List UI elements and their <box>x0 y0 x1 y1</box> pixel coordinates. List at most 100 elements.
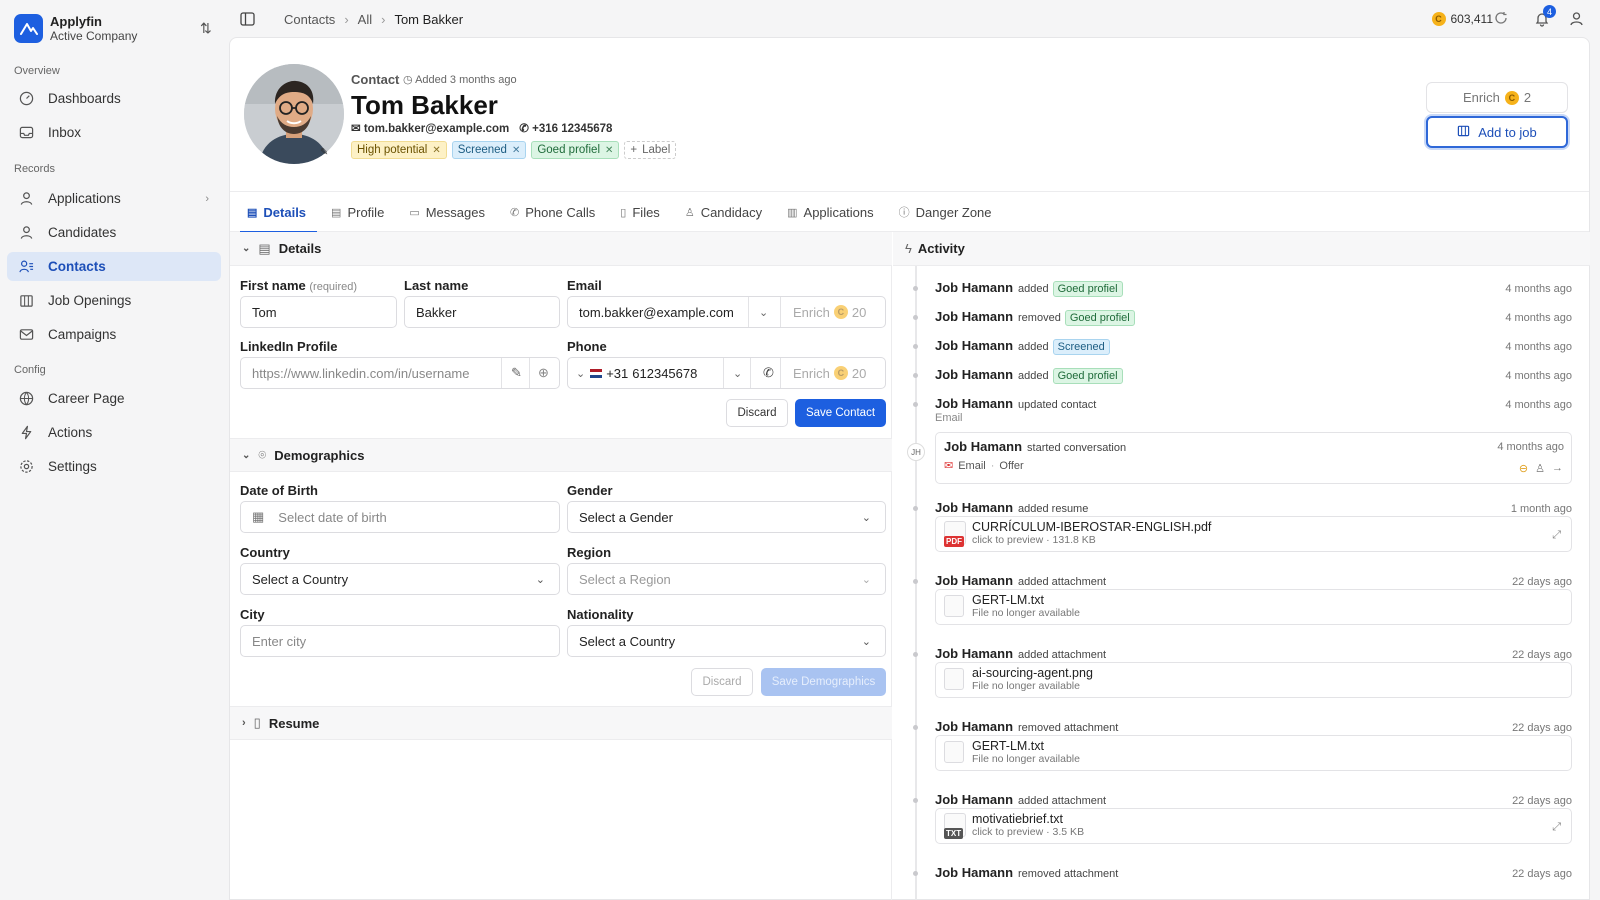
save-contact-button[interactable]: Save Contact <box>795 399 886 427</box>
expand-icon[interactable]: ⤢ <box>1552 821 1561 834</box>
activity-item: Job Hamann added Goed profiel 4 months ago <box>913 367 1572 384</box>
remove-label-icon[interactable]: ✕ <box>512 145 520 156</box>
linkedin-field[interactable]: https://www.linkedin.com/in/username ✎ ⊕ <box>240 357 560 389</box>
label-tag[interactable]: High potential ✕ <box>351 141 447 159</box>
dob-label: Date of Birth <box>240 483 318 498</box>
contact-email[interactable]: ✉ tom.bakker@example.com <box>351 121 509 135</box>
user-menu-icon[interactable] <box>1569 11 1584 29</box>
bell-icon[interactable]: 4 <box>1534 5 1556 30</box>
nationality-select[interactable]: Select a Country ⌄ <box>567 625 886 657</box>
country-select[interactable]: Select a Country ⌄ <box>240 563 560 595</box>
expand-icon[interactable]: ⤢ <box>1552 529 1561 542</box>
topbar: Contacts › All › Tom Bakker C 603,411 4 <box>229 0 1600 38</box>
discard-contact-button[interactable]: Discard <box>726 399 788 427</box>
assign-user-icon[interactable]: ♙ <box>1535 462 1545 475</box>
file-unavailable-icon <box>944 668 964 690</box>
tab-profile[interactable]: ▤ Profile <box>320 192 395 232</box>
mail-icon: ✉ <box>351 123 361 135</box>
briefcase-icon <box>1457 124 1470 140</box>
dob-picker[interactable]: ▦ Select date of birth <box>240 501 560 533</box>
demographics-section-header[interactable]: ⌄ ⌾ Demographics <box>230 438 892 472</box>
breadcrumb-contacts[interactable]: Contacts <box>284 12 335 27</box>
discard-demographics-button[interactable]: Discard <box>691 668 753 696</box>
briefcase-icon: ▥ <box>787 206 798 219</box>
resume-section-header[interactable]: › ▯ Resume <box>230 706 892 740</box>
edit-avatar-icon[interactable]: ✎ <box>320 147 328 158</box>
calendar-icon: ▦ <box>252 509 265 524</box>
first-name-field[interactable]: Tom <box>240 296 397 328</box>
sidebar-item-campaigns[interactable]: Campaigns <box>7 320 221 349</box>
tab-phone-calls[interactable]: ✆ Phone Calls <box>499 192 606 232</box>
chevron-down-icon: ⌄ <box>242 243 251 254</box>
sidebar-item-contacts[interactable]: Contacts <box>7 252 221 281</box>
sidebar-item-career-page[interactable]: Career Page <box>7 384 221 413</box>
activity-pane: ϟ Activity Job Hamann added Goed profiel 4 … <box>893 232 1590 900</box>
globe-icon[interactable]: ⊕ <box>538 365 549 381</box>
tab-danger-zone[interactable]: ⓘ Danger Zone <box>888 192 1003 232</box>
tab-details[interactable]: ▤ Details <box>236 192 318 233</box>
sidebar-item-inbox[interactable]: Inbox <box>7 118 221 147</box>
tab-messages[interactable]: ▭ Messages <box>398 192 496 232</box>
breadcrumb-all[interactable]: All <box>358 12 372 27</box>
contact-phone[interactable]: ✆ +316 12345678 <box>519 121 612 135</box>
files-icon: ▯ <box>620 206 627 219</box>
edit-icon[interactable]: ✎ <box>511 365 522 381</box>
conversation-card[interactable]: Job Hamann started conversation 4 months a… <box>935 432 1572 484</box>
gender-select[interactable]: Select a Gender ⌄ <box>567 501 886 533</box>
city-field[interactable]: Enter city <box>240 625 560 657</box>
chevron-down-icon[interactable]: ⌄ <box>759 306 768 319</box>
sidebar-item-label: Dashboards <box>48 91 121 106</box>
activity-item: Job Hamann removed attachment 22 days ago <box>913 719 1572 734</box>
credits-balance[interactable]: C 603,411 <box>1431 12 1493 26</box>
avatar[interactable] <box>244 64 344 164</box>
remove-label-icon[interactable]: ✕ <box>605 145 613 156</box>
section-records: Records <box>14 163 55 175</box>
label-tag[interactable]: Goed profiel ✕ <box>531 141 620 159</box>
sidebar-toggle-icon[interactable] <box>240 12 255 29</box>
refresh-icon[interactable] <box>1494 11 1508 28</box>
file-card[interactable]: GERT-LM.txt File no longer available <box>935 589 1572 625</box>
sidebar-item-applications[interactable]: Applications › <box>7 184 221 213</box>
details-section-header[interactable]: ⌄ ▤ Details <box>230 232 892 266</box>
label-tag[interactable]: Screened ✕ <box>451 141 527 159</box>
chevron-down-icon[interactable]: ⌄ <box>576 367 585 380</box>
brand[interactable]: Applyfin Active Company <box>14 14 137 43</box>
call-icon[interactable]: ✆ <box>763 365 774 381</box>
enrich-email-button[interactable]: Enrich C 20 <box>793 305 866 320</box>
file-card[interactable]: ai-sourcing-agent.png File no longer ava… <box>935 662 1572 698</box>
app-logo-icon <box>14 14 43 43</box>
last-name-field[interactable]: Bakker <box>404 296 560 328</box>
dashboard-icon <box>18 91 34 107</box>
coin-icon: C <box>833 305 848 319</box>
phone-field[interactable]: ⌄ +31 612345678 ⌄ ✆ Enrich C 20 <box>567 357 886 389</box>
company-name: Active Company <box>50 29 138 43</box>
switch-company-icon[interactable]: ⇅ <box>200 20 212 37</box>
enrich-phone-button[interactable]: Enrich C 20 <box>793 366 866 381</box>
sidebar-item-dashboards[interactable]: Dashboards <box>7 84 221 113</box>
tab-files[interactable]: ▯ Files <box>609 192 671 232</box>
add-label-button[interactable]: + Label <box>624 141 677 159</box>
sidebar-item-label: Candidates <box>48 225 117 240</box>
add-to-job-button[interactable]: Add to job <box>1426 116 1568 148</box>
section-config: Config <box>14 364 46 376</box>
app-name: Applyfin <box>50 14 102 29</box>
sidebar-item-settings[interactable]: Settings <box>7 452 221 481</box>
region-select[interactable]: Select a Region ⌄ <box>567 563 886 595</box>
open-arrow-icon[interactable]: → <box>1552 462 1563 475</box>
enrich-button[interactable]: Enrich C 2 <box>1426 82 1568 113</box>
chevron-down-icon[interactable]: ⌄ <box>733 367 742 380</box>
sidebar-item-actions[interactable]: Actions <box>7 418 221 447</box>
email-field[interactable]: tom.bakker@example.com ⌄ Enrich C 20 <box>567 296 886 328</box>
file-card[interactable]: PDF CURRÍCULUM-IBEROSTAR-ENGLISH.pdf cli… <box>935 516 1572 552</box>
contact-name: Tom Bakker <box>351 90 498 120</box>
sidebar-item-candidates[interactable]: Candidates <box>7 218 221 247</box>
save-demographics-button[interactable]: Save Demographics <box>761 668 886 696</box>
tab-applications[interactable]: ▥ Applications <box>776 192 885 232</box>
sidebar-item-job-openings[interactable]: Job Openings <box>7 286 221 315</box>
file-card[interactable]: TXT motivatiebrief.txt click to preview … <box>935 808 1572 844</box>
city-label: City <box>240 607 265 622</box>
remove-label-icon[interactable]: ✕ <box>432 145 440 156</box>
file-card[interactable]: GERT-LM.txt File no longer available <box>935 735 1572 771</box>
tab-candidacy[interactable]: ♙ Candidacy <box>674 192 773 232</box>
activity-item: Job Hamann added Screened 4 months ago <box>913 338 1572 355</box>
